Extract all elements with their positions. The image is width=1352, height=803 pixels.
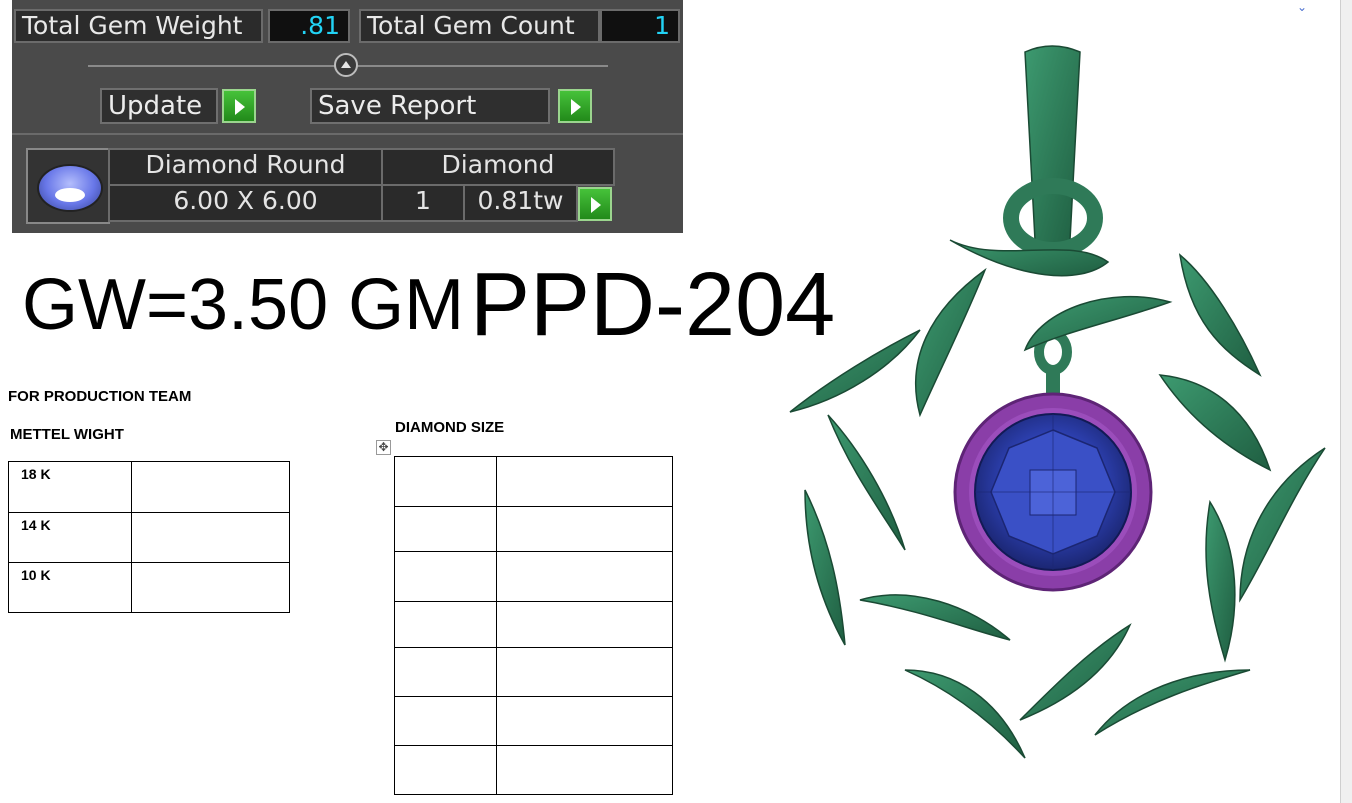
table-row: 18 K [8, 461, 290, 513]
metal-karat-cell: 18 K [8, 461, 132, 513]
table-cell[interactable] [394, 551, 497, 602]
table-row [394, 601, 673, 648]
table-row [394, 551, 673, 602]
slider-handle[interactable] [334, 53, 358, 77]
total-gem-weight-label: Total Gem Weight [14, 9, 263, 43]
table-move-handle-icon[interactable]: ✥ [376, 440, 391, 455]
update-button[interactable]: Update [100, 88, 218, 124]
table-cell[interactable] [496, 745, 673, 795]
table-row [394, 647, 673, 697]
table-cell[interactable] [496, 506, 673, 552]
vertical-scrollbar[interactable] [1340, 0, 1352, 803]
gem-count-cell: 1 [381, 184, 465, 222]
round-diamond-icon [37, 164, 103, 212]
gem-shape-cell: Diamond Round [108, 148, 383, 186]
gem-weight-cell: 0.81tw [463, 184, 578, 222]
save-report-button-label: Save Report [318, 91, 477, 121]
metal-weight-table: 18 K 14 K 10 K [8, 461, 290, 613]
table-cell[interactable] [496, 696, 673, 746]
pendant-render [789, 45, 1326, 759]
corner-chevron-icon: ⌄ [1297, 0, 1308, 14]
total-gem-count-label: Total Gem Count [359, 9, 600, 43]
metal-weight-cell[interactable] [131, 461, 290, 513]
table-cell[interactable] [496, 551, 673, 602]
table-cell[interactable] [394, 647, 497, 697]
table-cell[interactable] [496, 456, 673, 507]
metal-karat-cell: 10 K [8, 562, 132, 613]
metal-weight-cell[interactable] [131, 562, 290, 613]
table-row [394, 696, 673, 746]
gem-material-cell: Diamond [381, 148, 615, 186]
table-row [394, 456, 673, 507]
total-gem-weight-value: .81 [268, 9, 350, 43]
production-team-heading: FOR PRODUCTION TEAM [8, 388, 192, 405]
save-report-button[interactable]: Save Report [310, 88, 550, 124]
diamond-size-heading: DIAMOND SIZE [395, 419, 505, 436]
gross-weight-text: GW=3.50 GM [22, 265, 465, 345]
save-report-go-button[interactable] [558, 89, 592, 123]
metal-weight-cell[interactable] [131, 512, 290, 563]
table-cell[interactable] [496, 601, 673, 648]
gem-size-cell: 6.00 X 6.00 [108, 184, 383, 222]
metal-karat-cell: 14 K [8, 512, 132, 563]
metal-weight-heading: METTEL WIGHT [10, 426, 124, 443]
table-cell[interactable] [394, 456, 497, 507]
panel-divider [12, 133, 683, 135]
total-gem-count-value: 1 [600, 9, 680, 43]
table-cell[interactable] [394, 696, 497, 746]
table-cell[interactable] [496, 647, 673, 697]
update-button-label: Update [108, 91, 203, 121]
update-go-button[interactable] [222, 89, 256, 123]
gem-row-go-button[interactable] [578, 187, 612, 221]
table-row [394, 745, 673, 795]
table-cell[interactable] [394, 601, 497, 648]
diamond-size-table [394, 456, 673, 795]
bail [1003, 45, 1103, 258]
table-cell[interactable] [394, 506, 497, 552]
table-row [394, 506, 673, 552]
table-row: 14 K [8, 512, 290, 563]
table-row: 10 K [8, 562, 290, 613]
center-stone [953, 392, 1153, 592]
gem-totals-row: Total Gem Weight .81 Total Gem Count 1 [14, 6, 681, 44]
gem-thumbnail[interactable] [26, 148, 110, 224]
table-cell[interactable] [394, 745, 497, 795]
gem-stats-panel: Total Gem Weight .81 Total Gem Count 1 U… [12, 0, 683, 233]
